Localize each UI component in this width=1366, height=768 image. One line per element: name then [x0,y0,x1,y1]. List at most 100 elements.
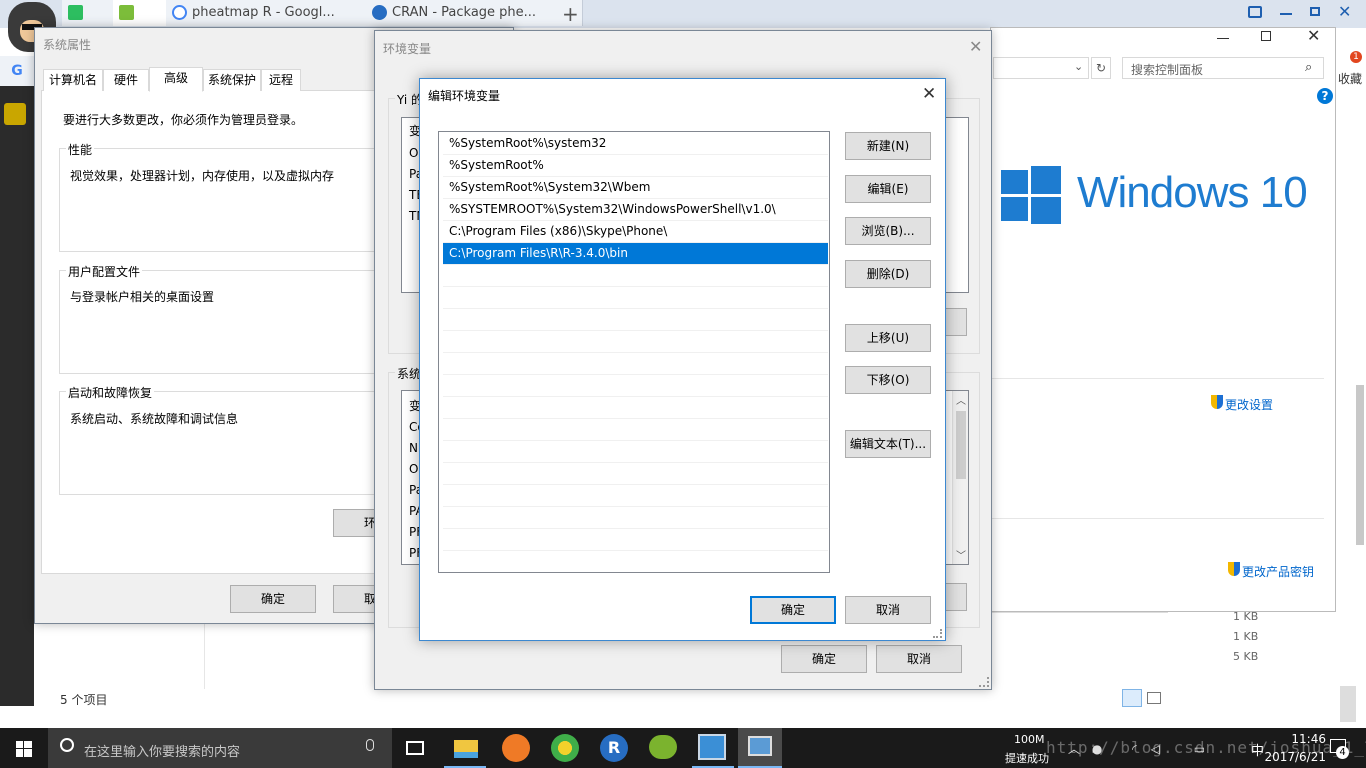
cortana-icon [60,738,74,752]
browser-360-icon[interactable] [551,734,579,762]
minimize-icon[interactable] [1280,13,1292,15]
performance-desc: 视觉效果，处理器计划，内存使用，以及虚拟内存 [70,169,335,183]
cancel-button[interactable]: 取消 [845,596,931,624]
path-list-empty-row[interactable] [443,265,828,287]
task-view-icon[interactable] [406,741,424,755]
resize-grip-icon[interactable] [933,629,942,638]
chevron-down-icon[interactable]: ﹀ [956,547,966,562]
path-list[interactable]: %SystemRoot%\system32 %SystemRoot% %System… [438,131,830,573]
path-list-empty-row[interactable] [443,353,828,375]
user-profiles-desc: 与登录帐户相关的桌面设置 [70,290,215,304]
close-icon[interactable]: ✕ [969,39,982,55]
maximize-icon[interactable] [1261,31,1271,41]
edit-text-button[interactable]: 编辑文本(T)... [845,430,931,458]
file-size-2: 1 KB [1233,630,1259,643]
control-panel-icon[interactable] [698,734,726,760]
scrollbar[interactable]: ︿ ﹀ [952,391,968,564]
path-list-empty-row[interactable] [443,507,828,529]
performance-label: 性能 [66,141,95,158]
path-list-item[interactable]: C:\Program Files\R\R-3.4.0\bin [443,243,828,265]
scrollbar[interactable] [1356,385,1364,545]
minimize-icon[interactable] [1217,38,1229,39]
network-status: 提速成功 [1005,752,1049,765]
taskbar-search[interactable]: 在这里输入你要搜索的内容 [48,728,392,768]
file-size-1: 1 KB [1233,610,1259,623]
cancel-button[interactable]: 取消 [876,645,962,673]
system-properties-icon[interactable] [738,728,782,768]
tab-system-protection[interactable]: 系统保护 [203,69,261,91]
tab-computer-name[interactable]: 计算机名 [43,69,103,91]
close-icon[interactable]: ✕ [922,86,936,103]
path-list-empty-row[interactable] [443,375,828,397]
ok-button[interactable]: 确定 [230,585,316,613]
move-down-button[interactable]: 下移(O) [845,366,931,394]
tab-google-pheatmap[interactable]: pheatmap R - Googl... [166,0,383,26]
tab-advanced[interactable]: 高级 [149,67,203,92]
close-icon[interactable]: ✕ [1307,28,1320,44]
path-list-empty-row[interactable] [443,529,828,551]
file-explorer-icon[interactable] [452,734,480,762]
tab-cran-package[interactable]: CRAN - Package phe... [366,0,583,26]
browse-button[interactable]: 浏览(B)... [845,217,931,245]
windows-start-icon [16,741,32,757]
chevron-down-icon[interactable]: ⌄ [1074,60,1083,73]
desktop-strip [0,710,1366,728]
path-list-item[interactable]: %SystemRoot%\system32 [443,133,828,155]
microphone-icon[interactable] [366,739,374,751]
path-list-item[interactable]: C:\Program Files (x86)\Skype\Phone\ [443,221,828,243]
search-icon: ⌕ [1305,60,1313,75]
favorites-label[interactable]: 收藏 [1338,70,1362,87]
restore-icon[interactable] [1310,7,1320,16]
help-icon[interactable]: ? [1317,88,1333,104]
path-list-empty-row[interactable] [443,419,828,441]
search-input[interactable]: 搜索控制面板 ⌕ [1122,57,1324,79]
wechat-icon[interactable] [649,735,677,759]
new-button[interactable]: 新建(N) [845,132,931,160]
move-up-button[interactable]: 上移(U) [845,324,931,352]
startup-recovery-group: 启动和故障恢复 系统启动、系统故障和调试信息 [59,384,419,495]
path-list-item[interactable]: %SystemRoot%\System32\Wbem [443,177,828,199]
r-icon [372,5,387,20]
path-list-empty-row[interactable] [443,463,828,485]
notebook-icon[interactable] [4,103,26,125]
new-tab-button[interactable]: + [562,2,579,26]
path-list-item[interactable]: %SYSTEMROOT%\System32\WindowsPowerShell\… [443,199,828,221]
refresh-icon[interactable]: ↻ [1091,57,1111,79]
path-list-empty-row[interactable] [443,441,828,463]
path-list-empty-row[interactable] [443,485,828,507]
network-speed: 100M [1014,733,1045,746]
delete-button[interactable]: 删除(D) [845,260,931,288]
evernote-icon [68,5,83,20]
scrollbar[interactable] [1340,686,1356,722]
details-view-icon[interactable] [1122,689,1142,707]
path-list-empty-row[interactable] [443,309,828,331]
ok-button[interactable]: 确定 [781,645,867,673]
chevron-up-icon[interactable]: ︿ [956,392,966,407]
path-list-empty-row[interactable] [443,551,828,572]
thumbnail-view-icon[interactable] [1147,692,1161,704]
tab-hardware[interactable]: 硬件 [103,69,149,91]
close-icon[interactable]: ✕ [1338,2,1351,21]
ok-button[interactable]: 确定 [750,596,836,624]
r-icon[interactable]: R [600,734,628,762]
google-icon[interactable]: G [0,56,34,86]
path-list-empty-row[interactable] [443,331,828,353]
notification-badge: 1 [1350,51,1362,63]
windows-logo-text: Windows 10 [1077,168,1308,217]
windows-logo [1001,166,1061,224]
path-list-empty-row[interactable] [443,397,828,419]
app-icon-orange[interactable] [502,734,530,762]
item-count: 5 个项目 [60,693,108,707]
resize-grip-icon[interactable] [979,677,989,687]
tab-remote[interactable]: 远程 [261,69,301,91]
shirt-icon[interactable] [1248,6,1262,18]
path-list-item[interactable]: %SystemRoot% [443,155,828,177]
scrollbar-thumb[interactable] [956,411,966,479]
path-list-empty-row[interactable] [443,287,828,309]
startup-recovery-label: 启动和故障恢复 [66,384,155,401]
divider [991,378,1324,379]
address-bar[interactable]: ⌄ [993,57,1089,79]
control-panel-window: ✕ ⌄ ↻ 搜索控制面板 ⌕ ? Windows 10 更改设置 更改产品密钥 [990,27,1336,612]
edit-button[interactable]: 编辑(E) [845,175,931,203]
start-button[interactable] [0,728,48,768]
